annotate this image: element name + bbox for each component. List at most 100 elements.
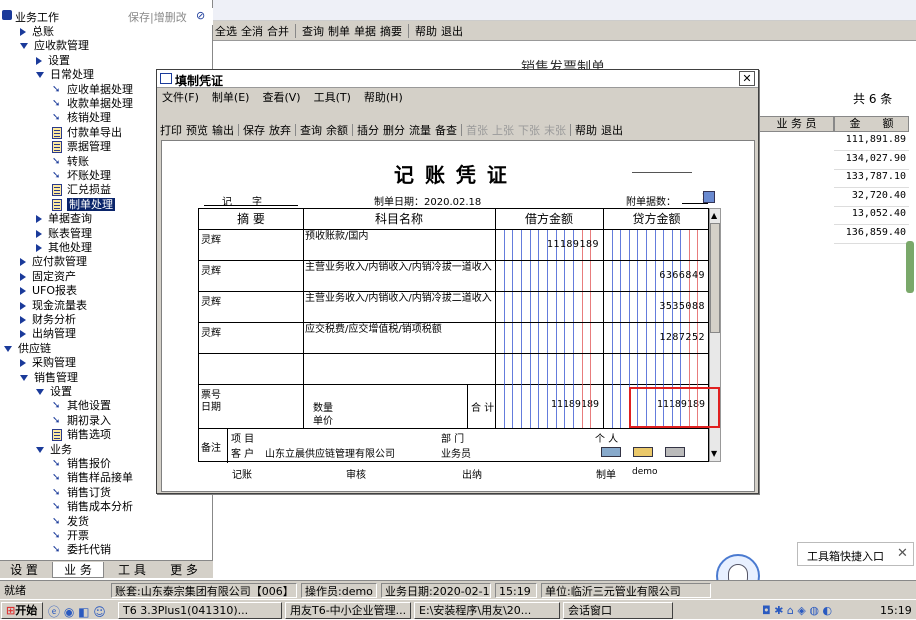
nav-item[interactable]: 应收款管理 <box>20 39 89 53</box>
menu-item[interactable]: 文件(F) <box>162 89 199 105</box>
dialog-toolbar-button[interactable]: 预览 <box>186 122 208 138</box>
scroll-thumb[interactable] <box>710 223 720 333</box>
nav-item[interactable]: ➘ 收款单据处理 <box>52 97 133 111</box>
dialog-toolbar-button[interactable]: 输出 <box>212 122 234 138</box>
toolbar-button[interactable]: 摘要 <box>380 23 402 39</box>
nav-item[interactable]: ➘ 委托代销 <box>52 543 111 557</box>
nav-item[interactable]: ➘ 核销处理 <box>52 111 111 125</box>
nav-item[interactable]: 汇兑损益 <box>52 183 111 197</box>
toolbar-button[interactable]: 帮助 <box>415 23 437 39</box>
menu-item[interactable]: 帮助(H) <box>364 89 403 105</box>
nav-item[interactable]: ➘ 销售成本分析 <box>52 500 133 514</box>
menu-item[interactable]: 工具(T) <box>314 89 351 105</box>
dialog-toolbar-button[interactable]: 删分 <box>383 122 405 138</box>
task-t6[interactable]: T6 3.3Plus1(041310)... <box>118 602 282 619</box>
nav-item[interactable]: 总账 <box>20 25 54 39</box>
dialog-toolbar-button[interactable]: 帮助 <box>575 122 597 138</box>
scroll-down-icon[interactable]: ▼ <box>711 449 717 458</box>
tray-icons[interactable]: ◘ ✱ ⌂ ◈ ◍ ◐ <box>762 604 832 617</box>
nav-item[interactable]: 财务分析 <box>20 313 76 327</box>
nav-item[interactable]: ➘ 销售样品接单 <box>52 471 133 485</box>
card-icon[interactable] <box>633 447 653 457</box>
scroll-up-icon[interactable]: ▲ <box>711 211 717 220</box>
toolbar-button[interactable]: 退出 <box>441 23 463 39</box>
nav-item[interactable]: 日常处理 <box>36 68 94 82</box>
tool-icon[interactable] <box>665 447 685 457</box>
dialog-toolbar-button[interactable]: 保存 <box>243 122 265 138</box>
account-cell[interactable]: 预收账款/国内 <box>305 231 493 243</box>
credit-cell[interactable]: 1287252 <box>603 332 705 343</box>
toolbar-button[interactable]: 单据 <box>354 23 376 39</box>
nav-item[interactable]: 单据查询 <box>36 212 92 226</box>
tab-business[interactable]: 业 务 <box>52 562 104 578</box>
nav-item[interactable]: ➘ 销售订货 <box>52 486 111 500</box>
nav-item[interactable]: ➘ 其他设置 <box>52 399 111 413</box>
dialog-toolbar-button[interactable]: 流量 <box>409 122 431 138</box>
dialog-toolbar-button[interactable]: 首张 <box>466 122 488 138</box>
credit-cell[interactable]: 6366849 <box>603 270 705 281</box>
nav-item[interactable]: ➘ 期初录入 <box>52 414 111 428</box>
start-button[interactable]: ⊞开始 <box>1 602 43 619</box>
nav-item[interactable]: 销售选项 <box>52 428 111 442</box>
menu-item[interactable]: 制单(E) <box>212 89 250 105</box>
attach-icon[interactable] <box>601 447 621 457</box>
summary-cell[interactable]: 灵辉 <box>201 231 301 246</box>
dialog-toolbar-button[interactable]: 打印 <box>160 122 182 138</box>
nav-item[interactable]: ➘ 开票 <box>52 529 89 543</box>
nav-item[interactable]: 采购管理 <box>20 356 76 370</box>
dialog-toolbar-button[interactable]: 余额 <box>326 122 348 138</box>
dialog-toolbar-button[interactable]: 末张 <box>544 122 566 138</box>
summary-cell[interactable]: 灵辉 <box>201 262 301 277</box>
nav-item[interactable]: ➘ 转账 <box>52 155 89 169</box>
nav-item[interactable]: ➘ 应收单据处理 <box>52 83 133 97</box>
debit-cell[interactable]: 11189189 <box>495 239 599 250</box>
dialog-toolbar-button[interactable]: 放弃 <box>269 122 291 138</box>
task-session[interactable]: 会话窗口 <box>563 602 673 619</box>
nav-item[interactable]: 制单处理 <box>52 197 115 212</box>
nav-item[interactable]: ➘ 销售报价 <box>52 457 111 471</box>
task-explorer[interactable]: E:\安装程序\用友\20... <box>414 602 560 619</box>
dialog-toolbar-button[interactable]: 插分 <box>357 122 379 138</box>
nav-item[interactable]: ➘ 坏账处理 <box>52 169 111 183</box>
nav-item[interactable]: ➘ 发货 <box>52 515 89 529</box>
account-cell[interactable]: 主营业务收入/内销收入/内销冷拔二道收入 <box>305 293 493 305</box>
nav-item[interactable]: 设置 <box>36 385 72 399</box>
dialog-toolbar-button[interactable]: 下张 <box>518 122 540 138</box>
nav-item[interactable]: 付款单导出 <box>52 126 122 140</box>
summary-cell[interactable]: 灵辉 <box>201 293 301 308</box>
account-cell[interactable]: 应交税费/应交增值税/销项税额 <box>305 324 493 336</box>
toolbar-button[interactable]: 查询 <box>302 23 324 39</box>
quicklaunch-icons[interactable]: ⓔ ◉ ◧ ☺ <box>48 603 106 620</box>
search-icon[interactable] <box>703 191 715 203</box>
credit-cell[interactable]: 3535088 <box>603 301 705 312</box>
nav-actions[interactable]: 保存|增删改 <box>128 9 187 25</box>
nav-item[interactable]: 业务 <box>36 443 72 457</box>
pin-icon[interactable]: ⊘ <box>196 9 205 22</box>
nav-item[interactable]: 现金流量表 <box>20 299 87 313</box>
menu-item[interactable]: 查看(V) <box>262 89 300 105</box>
nav-item[interactable]: 固定资产 <box>20 270 76 284</box>
account-cell[interactable]: 主营业务收入/内销收入/内销冷拔一道收入 <box>305 262 493 274</box>
close-icon[interactable]: ✕ <box>897 546 908 561</box>
nav-item[interactable]: 出纳管理 <box>20 327 76 341</box>
toolbar-button[interactable]: 制单 <box>328 23 350 39</box>
nav-item[interactable]: 其他处理 <box>36 241 92 255</box>
dialog-toolbar-button[interactable]: 退出 <box>601 122 623 138</box>
dialog-toolbar-button[interactable]: 查询 <box>300 122 322 138</box>
task-yonyou[interactable]: 用友T6-中小企业管理... <box>285 602 411 619</box>
close-button[interactable]: ✕ <box>739 71 755 86</box>
nav-item[interactable]: 设置 <box>36 54 70 68</box>
dialog-toolbar-button[interactable]: 上张 <box>492 122 514 138</box>
summary-cell[interactable]: 灵辉 <box>201 324 301 339</box>
nav-item[interactable]: UFO报表 <box>20 284 77 298</box>
nav-item[interactable]: 供应链 <box>4 342 51 356</box>
tab-settings[interactable]: 设 置 <box>0 562 48 578</box>
nav-item[interactable]: 应付款管理 <box>20 255 87 269</box>
tab-tools[interactable]: 工 具 <box>108 562 156 578</box>
tab-more[interactable]: 更 多 <box>160 562 208 578</box>
nav-item[interactable]: 票据管理 <box>52 140 111 154</box>
toolbar-button[interactable]: 全消 <box>241 23 263 39</box>
toolbar-button[interactable]: 合并 <box>267 23 289 39</box>
nav-item[interactable]: 销售管理 <box>20 371 78 385</box>
nav-item[interactable]: 账表管理 <box>36 227 92 241</box>
